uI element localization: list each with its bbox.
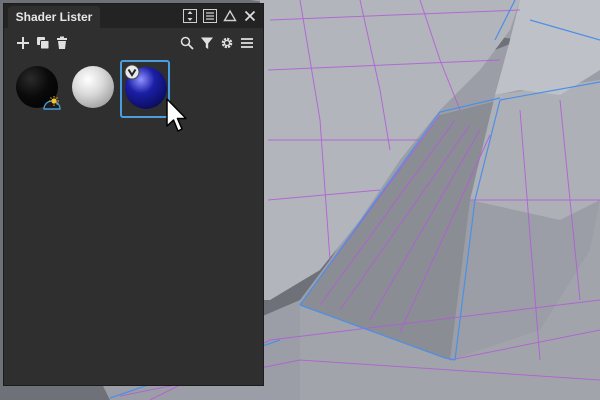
duplicate-icon[interactable] — [34, 34, 52, 52]
filter-icon[interactable] — [198, 34, 216, 52]
shader-swatch-area — [10, 58, 259, 378]
expand-vertical-icon[interactable] — [181, 7, 199, 24]
search-icon[interactable] — [178, 34, 196, 52]
white-shader-swatch[interactable] — [68, 60, 118, 118]
mouse-cursor-icon — [166, 98, 187, 132]
add-icon[interactable] — [14, 34, 32, 52]
tab-shader-lister[interactable]: Shader Lister — [8, 6, 100, 28]
white-shader-ball — [72, 66, 114, 108]
shader-toolbar — [4, 28, 263, 58]
close-icon[interactable] — [241, 7, 259, 24]
collapse-up-icon[interactable] — [221, 7, 239, 24]
black-shader-swatch[interactable] — [12, 60, 62, 118]
trash-icon[interactable] — [53, 34, 71, 52]
hamburger-menu-icon[interactable] — [238, 34, 256, 52]
shader-lister-panel: Shader Lister — [3, 3, 264, 386]
list-menu-icon[interactable] — [201, 7, 219, 24]
gear-icon[interactable] — [218, 34, 236, 52]
sun-light-badge-icon — [43, 96, 61, 110]
blue-shader-swatch[interactable] — [120, 60, 170, 118]
panel-titlebar: Shader Lister — [4, 4, 263, 28]
checkmark-badge-icon — [124, 64, 140, 80]
